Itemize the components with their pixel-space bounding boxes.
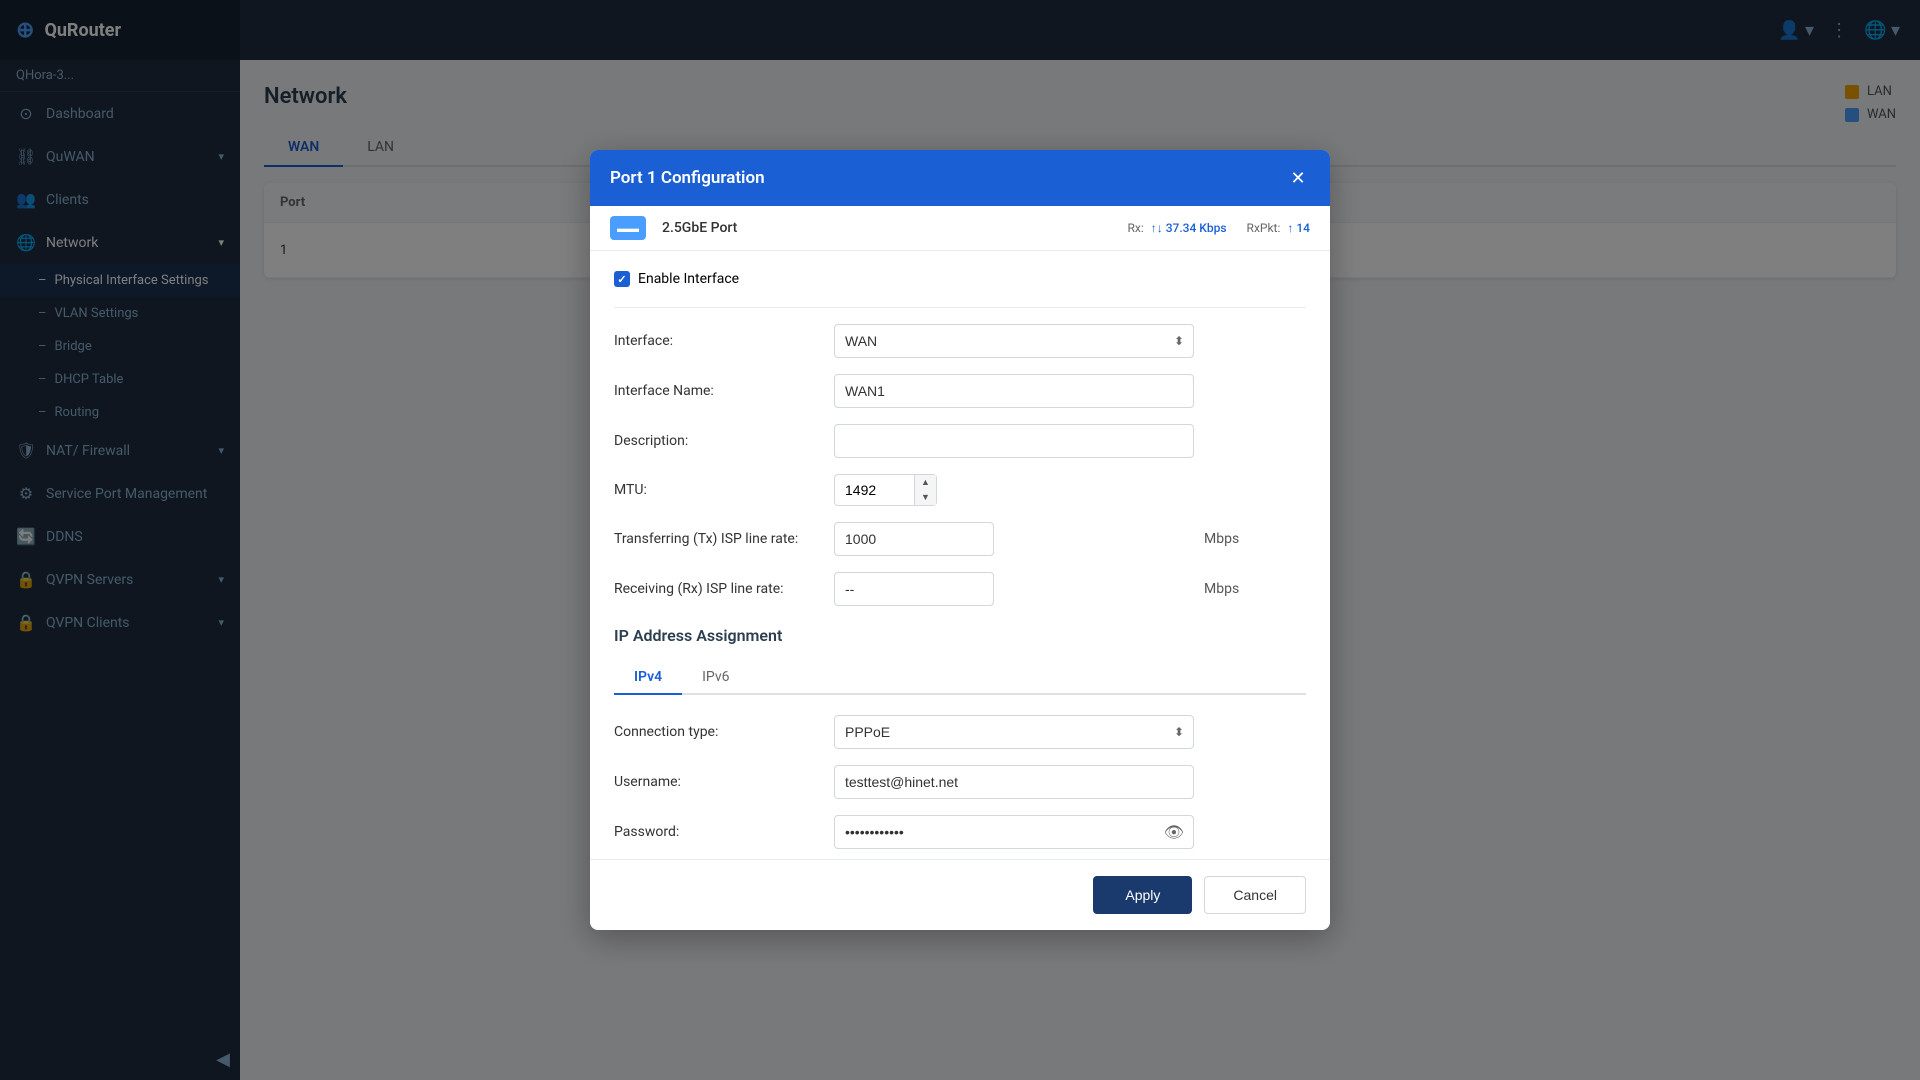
tab-ipv6[interactable]: IPv6 (682, 661, 749, 695)
interface-select[interactable]: WAN LAN (834, 324, 1194, 358)
port-stats: Rx: ↑↓ 37.34 Kbps RxPkt: ↑ 14 (1127, 221, 1310, 235)
ip-section-title: IP Address Assignment (614, 626, 1306, 645)
tx-rate-control (834, 522, 1194, 556)
username-label: Username: (614, 774, 834, 790)
enable-interface-label: Enable Interface (638, 271, 739, 287)
tx-unit: Mbps (1204, 531, 1239, 547)
tab-ipv4[interactable]: IPv4 (614, 661, 682, 695)
password-input[interactable] (834, 815, 1194, 849)
rx-label: Rx: ↑↓ 37.34 Kbps (1127, 221, 1226, 235)
port-type-icon: ▬▬ (610, 216, 646, 240)
modal-close-button[interactable]: ✕ (1286, 166, 1310, 190)
port-info-bar: ▬▬ 2.5GbE Port Rx: ↑↓ 37.34 Kbps RxPkt: … (590, 206, 1330, 251)
mtu-row: MTU: ▲ ▼ (614, 474, 1306, 506)
modal-footer: Apply Cancel (590, 859, 1330, 930)
description-label: Description: (614, 433, 834, 449)
description-control (834, 424, 1194, 458)
port-name: 2.5GbE Port (662, 220, 737, 236)
mtu-wrapper: ▲ ▼ (834, 474, 954, 506)
username-control (834, 765, 1194, 799)
interface-name-input[interactable] (834, 374, 1194, 408)
username-input[interactable] (834, 765, 1194, 799)
description-input[interactable] (834, 424, 1194, 458)
rx-unit: Mbps (1204, 581, 1239, 597)
interface-name-label: Interface Name: (614, 383, 834, 399)
mtu-label: MTU: (614, 482, 834, 498)
rxpkt-up-icon: ↑ (1287, 221, 1293, 235)
interface-select-wrapper: WAN LAN (834, 324, 1194, 358)
rx-rate-control (834, 572, 1194, 606)
interface-name-control (834, 374, 1194, 408)
modal-body: Enable Interface Interface: WAN LAN Inte… (590, 251, 1330, 859)
mtu-input[interactable] (834, 474, 914, 506)
interface-row: Interface: WAN LAN (614, 324, 1306, 358)
connection-type-select[interactable]: PPPoE DHCP Static IP (834, 715, 1194, 749)
mtu-control: ▲ ▼ (834, 474, 1194, 506)
modal: Port 1 Configuration ✕ ▬▬ 2.5GbE Port Rx… (590, 150, 1330, 930)
password-control: 👁 (834, 815, 1194, 849)
modal-header: Port 1 Configuration ✕ (590, 150, 1330, 206)
divider-1 (614, 307, 1306, 308)
mtu-decrease-button[interactable]: ▼ (915, 490, 936, 505)
rx-rate-label: Receiving (Rx) ISP line rate: (614, 581, 834, 597)
enable-interface-row: Enable Interface (614, 271, 1306, 287)
modal-title: Port 1 Configuration (610, 168, 765, 188)
username-row: Username: (614, 765, 1306, 799)
tx-rate-label: Transferring (Tx) ISP line rate: (614, 531, 834, 547)
mtu-spinners: ▲ ▼ (914, 474, 937, 506)
description-row: Description: (614, 424, 1306, 458)
rx-up-icon: ↑↓ (1151, 221, 1163, 235)
ip-tabs: IPv4 IPv6 (614, 661, 1306, 695)
interface-label: Interface: (614, 333, 834, 349)
rxpkt-value: 14 (1296, 221, 1310, 235)
tx-rate-row: Transferring (Tx) ISP line rate: Mbps (614, 522, 1306, 556)
rx-rate-row: Receiving (Rx) ISP line rate: Mbps (614, 572, 1306, 606)
connection-type-label: Connection type: (614, 724, 834, 740)
rx-value: 37.34 Kbps (1166, 221, 1227, 235)
rx-rate-input[interactable] (834, 572, 994, 606)
mtu-increase-button[interactable]: ▲ (915, 475, 936, 490)
tx-rate-input[interactable] (834, 522, 994, 556)
show-password-icon[interactable]: 👁 (1164, 823, 1184, 842)
rxpkt-label: RxPkt: ↑ 14 (1247, 221, 1310, 235)
enable-interface-checkbox[interactable] (614, 271, 630, 287)
cancel-button[interactable]: Cancel (1204, 876, 1306, 914)
interface-name-row: Interface Name: (614, 374, 1306, 408)
modal-overlay: Port 1 Configuration ✕ ▬▬ 2.5GbE Port Rx… (0, 0, 1920, 1080)
connection-type-wrapper: PPPoE DHCP Static IP (834, 715, 1194, 749)
apply-button[interactable]: Apply (1093, 876, 1192, 914)
password-row: Password: 👁 (614, 815, 1306, 849)
connection-type-row: Connection type: PPPoE DHCP Static IP (614, 715, 1306, 749)
password-label: Password: (614, 824, 834, 840)
